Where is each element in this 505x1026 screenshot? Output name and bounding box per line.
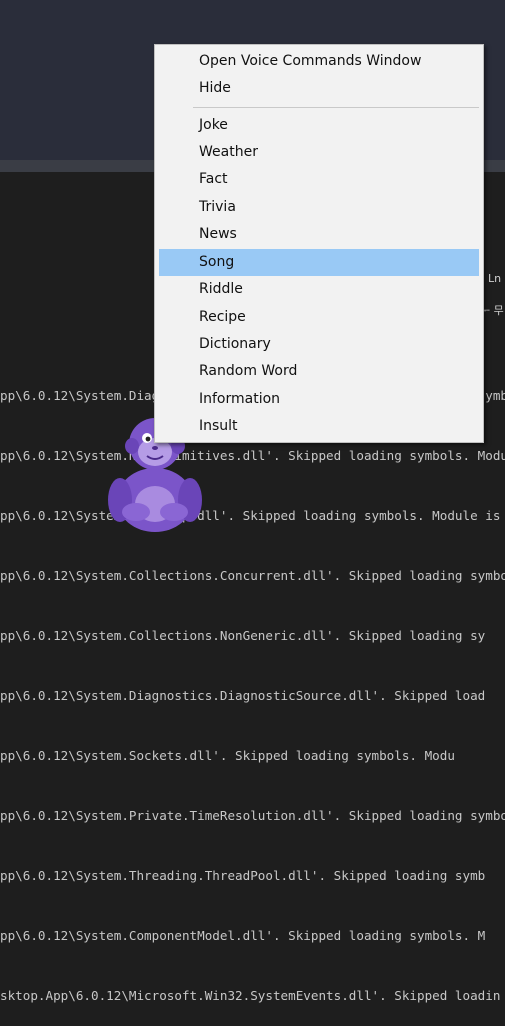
menu-item-song[interactable]: Song bbox=[159, 249, 479, 276]
output-line: pp\6.0.12\System.Collections.Concurrent.… bbox=[0, 568, 505, 583]
output-line: pp\6.0.12\System.Net.Http.dll'. Skipped … bbox=[0, 508, 505, 523]
menu-item-joke[interactable]: Joke bbox=[159, 112, 479, 139]
menu-item-fact[interactable]: Fact bbox=[159, 166, 479, 193]
menu-item-news[interactable]: News bbox=[159, 221, 479, 248]
context-menu: Open Voice Commands Window Hide Joke Wea… bbox=[154, 44, 484, 443]
menu-item-open-voice-commands[interactable]: Open Voice Commands Window bbox=[159, 48, 479, 75]
output-line: sktop.App\6.0.12\Microsoft.Win32.SystemE… bbox=[0, 988, 501, 1003]
output-line: pp\6.0.12\System.ComponentModel.dll'. Sk… bbox=[0, 928, 486, 943]
menu-item-random-word[interactable]: Random Word bbox=[159, 358, 479, 385]
menu-item-recipe[interactable]: Recipe bbox=[159, 304, 479, 331]
debug-output-text: pp\6.0.12\System.Diagnostics.TraceSource… bbox=[0, 346, 505, 1026]
menu-item-insult[interactable]: Insult bbox=[159, 413, 479, 440]
menu-item-information[interactable]: Information bbox=[159, 386, 479, 413]
output-line: pp\6.0.12\System.Net.Primitives.dll'. Sk… bbox=[0, 448, 505, 463]
menu-separator bbox=[193, 107, 479, 108]
output-line: pp\6.0.12\System.Collections.NonGeneric.… bbox=[0, 628, 486, 643]
output-line: pp\6.0.12\System.Sockets.dll'. Skipped l… bbox=[0, 748, 455, 763]
menu-item-hide[interactable]: Hide bbox=[159, 75, 479, 102]
output-line: pp\6.0.12\System.Threading.ThreadPool.dl… bbox=[0, 868, 486, 883]
menu-item-weather[interactable]: Weather bbox=[159, 139, 479, 166]
menu-item-trivia[interactable]: Trivia bbox=[159, 194, 479, 221]
menu-item-riddle[interactable]: Riddle bbox=[159, 276, 479, 303]
output-line: pp\6.0.12\System.Private.TimeResolution.… bbox=[0, 808, 505, 823]
output-line: pp\6.0.12\System.Diagnostics.DiagnosticS… bbox=[0, 688, 486, 703]
line-indicator: Ln bbox=[488, 272, 502, 285]
menu-item-dictionary[interactable]: Dictionary bbox=[159, 331, 479, 358]
